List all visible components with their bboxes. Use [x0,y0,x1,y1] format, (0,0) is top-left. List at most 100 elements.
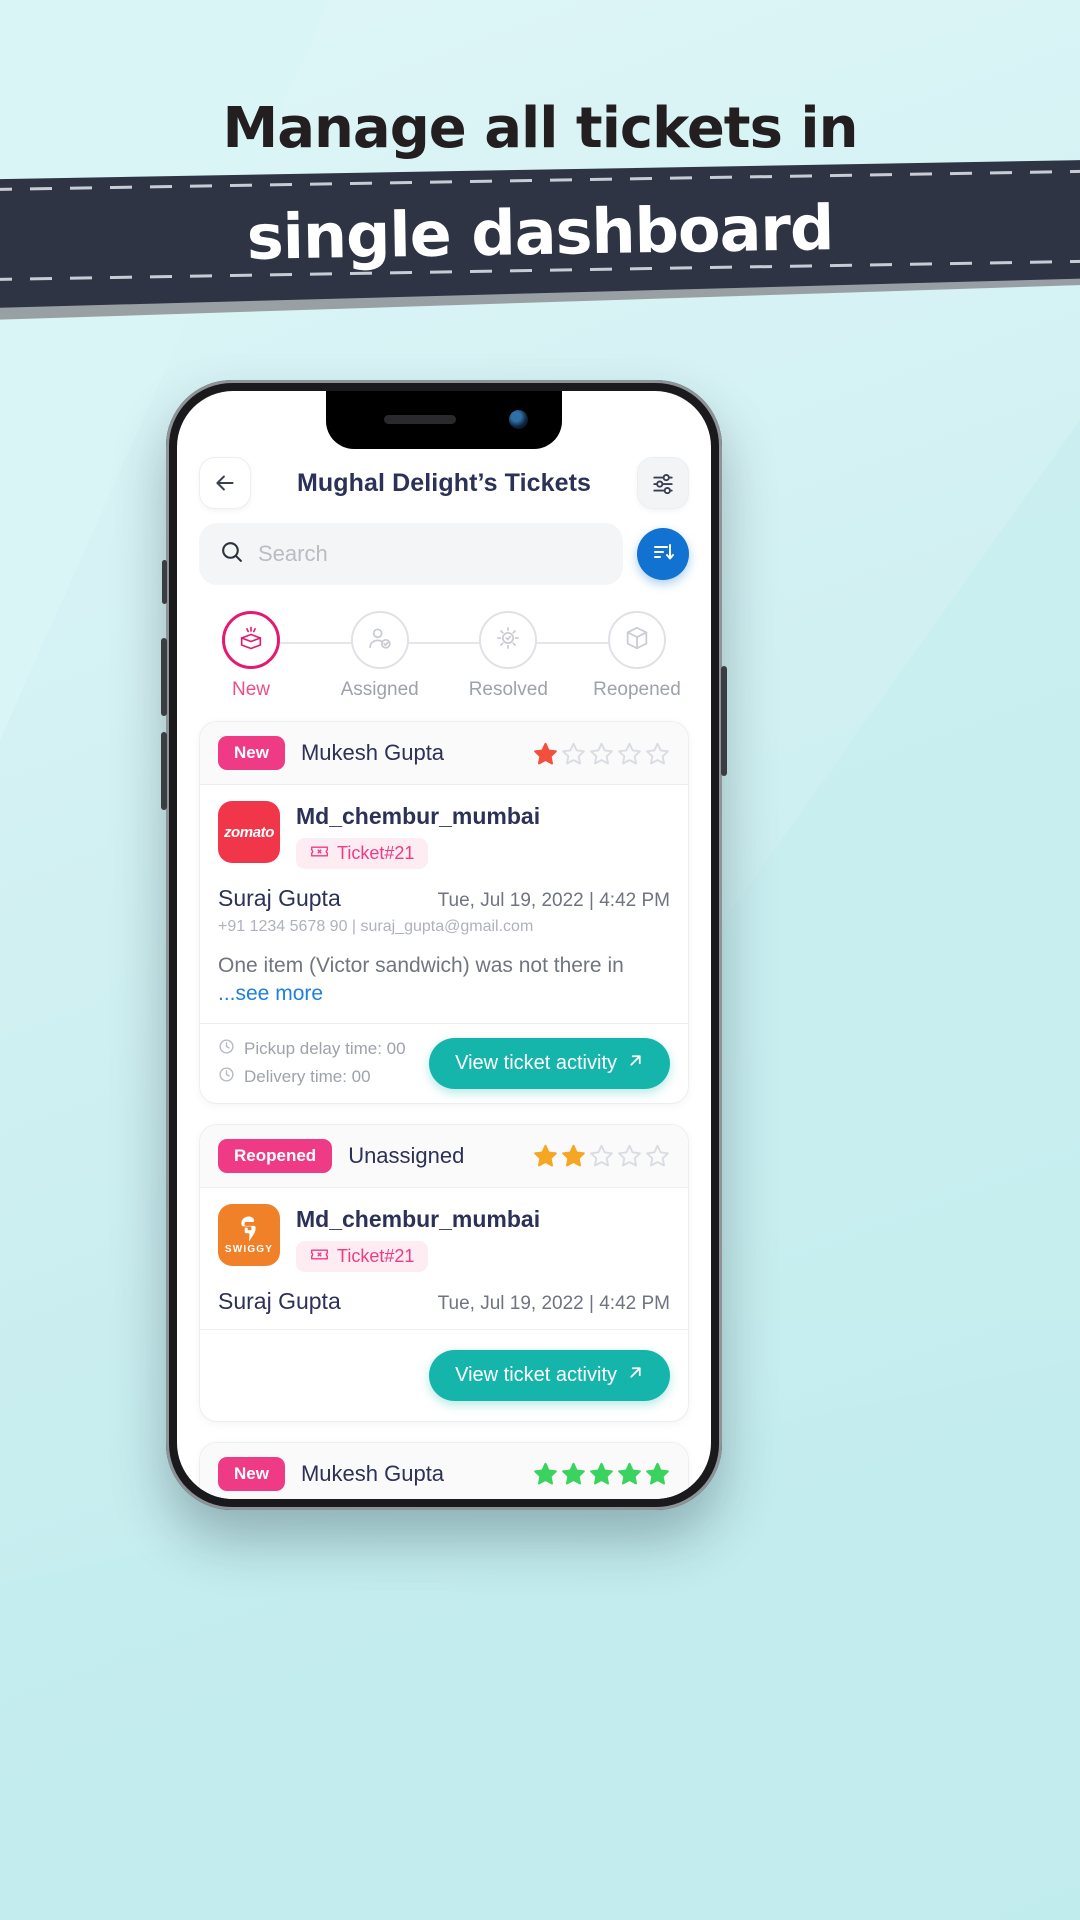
ticket-id-chip: Ticket#21 [296,1240,429,1272]
filter-sliders-icon [650,470,676,496]
star-icon [618,1462,641,1485]
ticket-id-label: Ticket#21 [337,1245,415,1266]
list-item[interactable]: New Mukesh Gupta zomato Md_chembur_mumba… [199,1441,689,1499]
star-icon [562,742,585,764]
arrow-left-icon [212,470,238,496]
phone-notch [326,391,562,449]
back-button[interactable] [199,457,251,509]
ticket-card-header: New Mukesh Gupta [200,722,688,785]
search-placeholder: Search [258,541,328,566]
assignee-name: Unassigned [348,1142,465,1168]
brand-label: zomato [223,823,275,841]
star-icon [618,742,641,764]
delivery-time-row: Delivery time: 00 [218,1066,406,1088]
promo-ribbon: single dashboard [0,160,1080,320]
step-circle-resolved [479,611,538,669]
see-more-link[interactable]: ...see more [218,982,323,1005]
sidebar-item-new[interactable]: New [199,611,303,701]
phone-power-button [721,666,727,776]
user-check-icon [366,624,394,657]
step-circle-reopened [607,611,666,669]
step-circle-assigned [350,611,409,669]
ticket-card-footer: View ticket activity [200,1328,688,1421]
phone-mockup: Mughal Delight’s Tickets Search New Assi… [161,380,727,1510]
customer-name: Suraj Gupta [218,1287,341,1314]
star-icon [590,1462,613,1485]
promo-headline-line1: Manage all tickets in [222,96,859,161]
phone-silent-switch [162,560,167,604]
ticket-icon [310,843,329,864]
status-badge: New [218,1456,285,1491]
ticket-card-footer: Pickup delay time: 00 Delivery time: 00 … [200,1022,688,1103]
brand-row: zomato Md_chembur_mumbai Ticket#21 [218,801,670,869]
sidebar-item-label: Resolved [468,679,548,700]
view-ticket-activity-label: View ticket activity [455,1051,617,1074]
sort-descending-icon [651,540,675,569]
ticket-timestamp: Tue, Jul 19, 2022 | 4:42 PM [437,1292,670,1314]
rating-stars[interactable] [533,1461,670,1486]
star-icon [534,1462,557,1485]
zomato-logo-icon: zomato [218,801,280,863]
gear-check-icon [494,624,522,657]
store-name: Md_chembur_mumbai [296,803,541,829]
ticket-card-header: Reopened Unassigned [200,1124,688,1188]
assignee-name: Mukesh Gupta [300,1460,445,1486]
rating-stars[interactable] [533,1143,670,1168]
star-icon [646,742,669,764]
star-icon [590,1144,613,1167]
status-stepper: New Assigned Resolved Reopened [199,611,689,707]
arrow-up-right-icon [627,1364,644,1387]
brand-label: SWIGGY [224,1243,274,1255]
ticket-card-header: New Mukesh Gupta [200,1442,688,1499]
star-icon [646,1144,669,1167]
store-name: Md_chembur_mumbai [296,1205,541,1232]
star-icon [562,1462,585,1485]
sort-button[interactable] [637,528,689,580]
sidebar-item-label: Assigned [340,679,419,700]
customer-name: Suraj Gupta [218,885,341,911]
ticket-dashboard-app: Mughal Delight’s Tickets Search New Assi… [177,391,711,1499]
star-icon [534,1144,557,1167]
ticket-list: New Mukesh Gupta zomato Md_chembur_mumba… [199,721,689,1499]
ticket-card-body: SWIGGY Md_chembur_mumbai Ticket#21 Suraj… [200,1188,688,1329]
sidebar-item-resolved[interactable]: Resolved [456,611,560,701]
clock-icon [218,1038,235,1060]
sidebar-item-reopened[interactable]: Reopened [585,611,689,701]
promo-headline-line2: single dashboard [246,191,834,274]
list-item[interactable]: New Mukesh Gupta zomato Md_chembur_mumba… [199,721,689,1104]
list-item[interactable]: Reopened Unassigned SWIGGY Md_chembur_mu… [199,1123,689,1422]
view-ticket-activity-button[interactable]: View ticket activity [429,1037,670,1089]
sidebar-item-label: New [231,679,270,700]
search-row: Search [199,523,689,585]
swiggy-logo-icon: SWIGGY [218,1203,280,1266]
star-icon [618,1144,641,1167]
status-badge: Reopened [218,1138,333,1173]
sidebar-item-assigned[interactable]: Assigned [328,611,432,701]
star-icon [562,1144,585,1167]
star-icon [590,742,613,764]
view-ticket-activity-button[interactable]: View ticket activity [429,1349,670,1401]
customer-contact: +91 1234 5678 90 | suraj_gupta@gmail.com [218,918,534,935]
page-title: Mughal Delight’s Tickets [296,468,592,497]
pickup-delay-label: Pickup delay time: 00 [244,1039,406,1059]
view-ticket-activity-label: View ticket activity [455,1363,617,1386]
front-camera-icon [509,410,528,429]
customer-row: Suraj Gupta Tue, Jul 19, 2022 | 4:42 PM [218,885,670,912]
search-input[interactable]: Search [199,523,623,585]
rating-stars[interactable] [533,741,670,766]
stepper-steps: New Assigned Resolved Reopened [199,611,689,701]
clock-icon [218,1066,235,1088]
ticket-icon [310,1246,329,1267]
star-icon [646,1462,669,1485]
pickup-delay-row: Pickup delay time: 00 [218,1038,406,1060]
ticket-timestamp: Tue, Jul 19, 2022 | 4:42 PM [437,890,670,911]
filter-button[interactable] [637,457,689,509]
ticket-id-label: Ticket#21 [337,843,415,863]
ticket-description-text: One item (Victor sandwich) was not there… [218,954,624,977]
customer-row: Suraj Gupta Tue, Jul 19, 2022 | 4:42 PM [218,1288,670,1315]
package-icon [623,624,651,657]
ticket-id-chip: Ticket#21 [296,838,429,869]
arrow-up-right-icon [627,1052,644,1075]
open-box-icon [237,624,265,657]
phone-screen: Mughal Delight’s Tickets Search New Assi… [177,391,711,1499]
